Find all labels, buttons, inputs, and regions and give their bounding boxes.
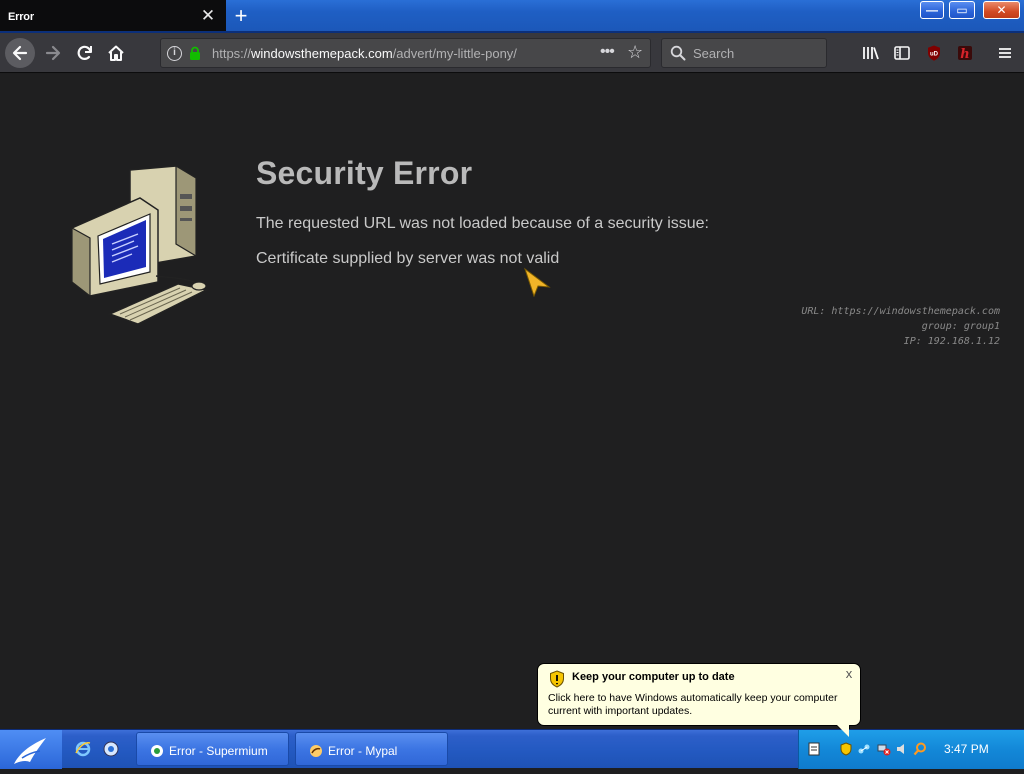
tab-title: Error xyxy=(8,11,34,23)
ublock-button[interactable]: uD xyxy=(924,43,944,63)
tab-bar: Error ✕ + — ▭ ✕ xyxy=(0,0,1024,33)
request-metadata: URL: https://windowsthemepack.com group:… xyxy=(801,304,1000,349)
taskbar: Error - Supermium Error - Mypal 3:47 PM xyxy=(0,729,1024,769)
balloon-title: Keep your computer up to date xyxy=(572,671,735,683)
tab-error[interactable]: Error ✕ xyxy=(0,0,226,33)
internet-explorer-icon[interactable] xyxy=(74,740,92,758)
mouse-cursor-icon xyxy=(524,267,551,297)
network-disconnected-tray-icon[interactable] xyxy=(877,742,891,756)
browser-quicklaunch-icon[interactable] xyxy=(102,740,120,758)
minimize-icon: — xyxy=(926,3,938,17)
start-button[interactable] xyxy=(0,730,62,769)
taskbar-item-label: Error - Mypal xyxy=(328,744,398,758)
sidebar-button[interactable] xyxy=(892,43,912,63)
new-tab-button[interactable]: + xyxy=(231,4,251,28)
home-button[interactable] xyxy=(101,38,131,68)
close-tab-icon[interactable]: ✕ xyxy=(200,7,216,25)
navigation-toolbar: i https://windowsthemepack.com/advert/my… xyxy=(0,33,1024,73)
error-detail: Certificate supplied by server was not v… xyxy=(256,250,560,267)
network-tray-icon[interactable] xyxy=(857,742,871,756)
extension-h-icon: h xyxy=(958,46,972,62)
extension-h-button[interactable]: h xyxy=(955,43,975,63)
info-icon[interactable]: i xyxy=(167,46,182,61)
supermium-icon xyxy=(151,745,163,757)
search-bar[interactable]: Search xyxy=(661,38,827,68)
error-description: The requested URL was not loaded because… xyxy=(256,215,709,232)
search-tray-icon[interactable] xyxy=(913,742,927,756)
forward-arrow-icon xyxy=(45,45,61,61)
page-actions-icon[interactable]: ••• xyxy=(600,43,615,61)
security-shield-icon xyxy=(550,670,564,688)
url-domain: windowsthemepack.com xyxy=(251,46,393,61)
page-content: Security Error The requested URL was not… xyxy=(0,74,1024,729)
taskbar-item-mypal[interactable]: Error - Mypal xyxy=(295,732,448,766)
reload-button[interactable] xyxy=(70,38,100,68)
ublock-icon: uD xyxy=(928,45,940,61)
meta-group: group: group1 xyxy=(921,321,1000,332)
svg-text:h: h xyxy=(960,47,969,62)
close-icon: ✕ xyxy=(996,3,1007,17)
speaker-tray-icon[interactable] xyxy=(895,742,909,756)
mypal-icon xyxy=(310,745,322,757)
back-button[interactable] xyxy=(5,38,35,68)
page-title: Security Error xyxy=(256,155,473,191)
taskbar-item-supermium[interactable]: Error - Supermium xyxy=(136,732,289,766)
meta-url: URL: https://windowsthemepack.com xyxy=(801,306,1000,317)
balloon-close-icon[interactable]: x xyxy=(842,667,856,681)
system-clock[interactable]: 3:47 PM xyxy=(944,742,989,756)
computer-illustration-icon xyxy=(71,164,209,325)
document-tray-icon[interactable] xyxy=(807,742,821,756)
system-tray: 3:47 PM xyxy=(798,730,1024,769)
maximize-button[interactable]: ▭ xyxy=(949,1,975,19)
bookmark-star-icon[interactable]: ☆ xyxy=(627,42,643,63)
url-path: /advert/my-little-pony/ xyxy=(392,46,517,61)
url-prefix: https:// xyxy=(212,46,252,61)
svg-text:uD: uD xyxy=(930,52,939,58)
menu-button[interactable] xyxy=(995,43,1015,63)
taskbar-item-label: Error - Supermium xyxy=(169,744,268,758)
forward-button[interactable] xyxy=(38,38,68,68)
lock-icon[interactable] xyxy=(189,46,201,61)
sidebar-icon xyxy=(894,46,910,60)
search-input[interactable]: Search xyxy=(693,46,734,61)
maximize-icon: ▭ xyxy=(956,3,968,17)
home-icon xyxy=(108,45,124,61)
library-button[interactable] xyxy=(861,43,881,63)
hamburger-menu-icon xyxy=(999,48,1011,58)
balloon-message[interactable]: Click here to have Windows automatically… xyxy=(548,692,853,718)
close-window-button[interactable]: ✕ xyxy=(983,1,1020,19)
search-icon xyxy=(670,45,686,61)
security-shield-tray-icon[interactable] xyxy=(839,742,853,756)
url-bar[interactable]: i https://windowsthemepack.com/advert/my… xyxy=(160,38,651,68)
library-icon xyxy=(863,47,879,60)
reload-icon xyxy=(77,45,92,60)
minimize-button[interactable]: — xyxy=(920,1,944,19)
start-logo-icon xyxy=(14,738,46,764)
update-balloon-tooltip[interactable]: Keep your computer up to date x Click he… xyxy=(537,663,861,739)
meta-ip: IP: 192.168.1.12 xyxy=(903,336,1000,347)
back-arrow-icon xyxy=(12,45,28,61)
url-text[interactable]: https://windowsthemepack.com/advert/my-l… xyxy=(212,46,517,61)
